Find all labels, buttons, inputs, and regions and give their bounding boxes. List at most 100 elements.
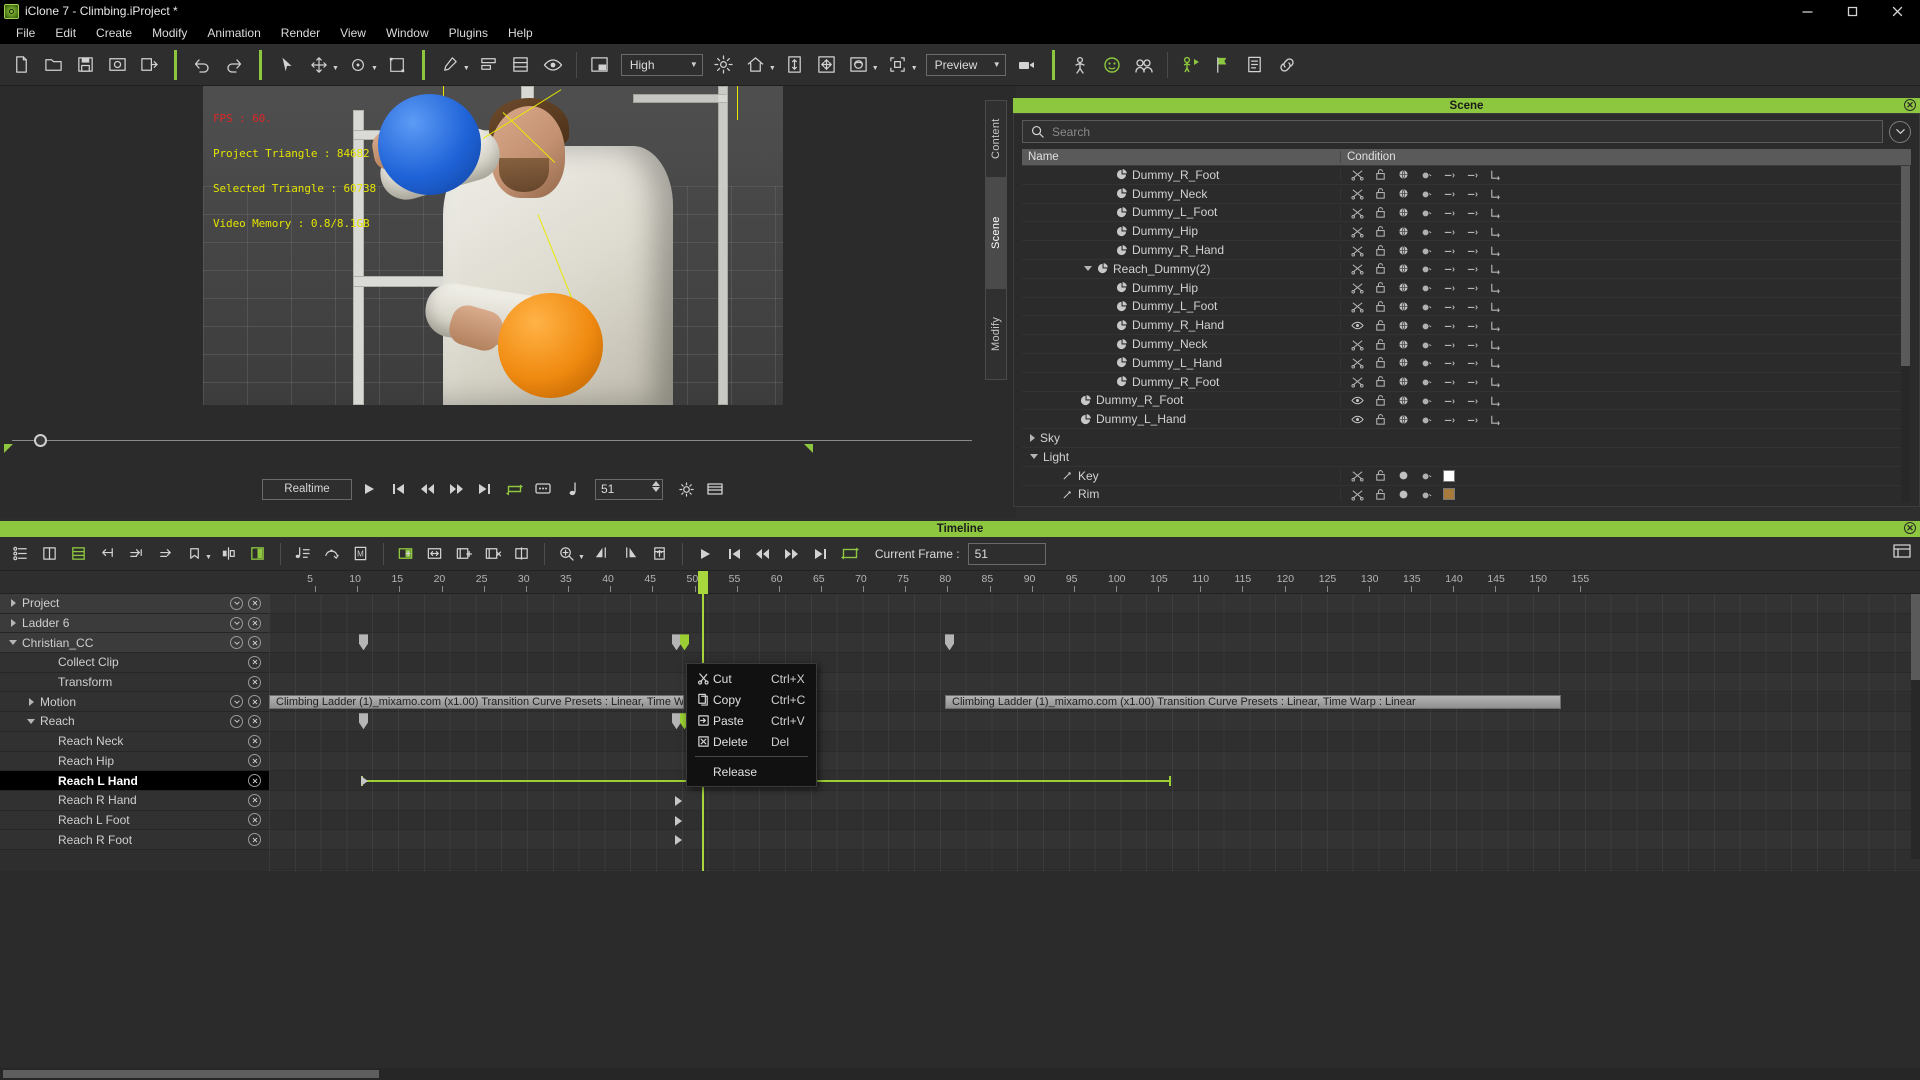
scene-row-condition[interactable] xyxy=(1340,337,1911,351)
timeline-vertical-scroll-thumb[interactable] xyxy=(1911,594,1920,680)
insert-left-icon[interactable] xyxy=(122,541,150,567)
scene-tree-row[interactable]: Rim xyxy=(1022,486,1911,502)
context-menu-item-delete[interactable]: Delete Del xyxy=(687,731,816,752)
timeline-lane[interactable] xyxy=(269,751,1920,772)
viewport-time-slider[interactable] xyxy=(12,432,972,450)
scale-tool-icon[interactable] xyxy=(382,50,412,80)
expander-expanded-icon[interactable] xyxy=(1030,454,1038,460)
timeline-playhead-handle[interactable] xyxy=(697,571,708,594)
timeline-horizontal-scrollbar[interactable] xyxy=(0,1068,1920,1080)
playback-mode-button[interactable]: Realtime xyxy=(262,478,352,500)
insert-clip-icon[interactable] xyxy=(450,541,478,567)
menu-render[interactable]: Render xyxy=(271,24,330,42)
camera-icon[interactable] xyxy=(1012,50,1042,80)
timeline-track-header-collect-clip[interactable]: Collect Clip xyxy=(0,653,269,673)
light-color-swatch[interactable] xyxy=(1443,469,1455,482)
zoom-fit-left-icon[interactable] xyxy=(588,541,616,567)
loop-icon[interactable] xyxy=(502,478,526,500)
scene-tree-row[interactable]: Key xyxy=(1022,467,1911,486)
scene-row-condition[interactable] xyxy=(1340,262,1911,276)
scene-tree-row[interactable]: Dummy_Hip xyxy=(1022,279,1911,298)
maximize-button[interactable] xyxy=(1830,0,1875,22)
timeline-lane[interactable] xyxy=(269,672,1920,693)
timeline-lane[interactable] xyxy=(269,830,1920,851)
scene-tree-row[interactable]: Dummy_L_Foot xyxy=(1022,204,1911,223)
move-camera-icon[interactable] xyxy=(812,50,842,80)
paint-tool-icon[interactable] xyxy=(435,50,465,80)
scene-row-condition[interactable] xyxy=(1340,469,1911,483)
scene-tree-scrollbar[interactable] xyxy=(1901,166,1910,502)
timeline-motion-clip[interactable]: Climbing Ladder (1)_mixamo.com (x1.00) T… xyxy=(269,694,684,709)
redo-icon[interactable] xyxy=(219,50,249,80)
frame-selection-icon[interactable] xyxy=(883,50,913,80)
zoom-fit-right-icon[interactable] xyxy=(617,541,645,567)
timeline-track-header-reach-hip[interactable]: Reach Hip xyxy=(0,751,269,772)
preview-eye-icon[interactable] xyxy=(538,50,568,80)
scene-tree-row[interactable]: Dummy_Neck xyxy=(1022,335,1911,354)
track-expander[interactable] xyxy=(4,619,22,628)
split-clip-icon[interactable] xyxy=(508,541,536,567)
link-icon[interactable] xyxy=(1272,50,1302,80)
scene-row-condition[interactable] xyxy=(1340,375,1911,389)
scene-row-condition[interactable] xyxy=(1340,487,1911,501)
tab-modify[interactable]: Modify xyxy=(985,288,1007,380)
timeline-lane-arrow[interactable] xyxy=(675,835,682,846)
expander-collapsed-icon[interactable] xyxy=(1030,434,1035,443)
scene-search-input[interactable] xyxy=(1052,124,1874,139)
audio-note-icon[interactable] xyxy=(560,478,584,500)
scene-row-condition[interactable] xyxy=(1340,356,1911,370)
track-chevron-icon[interactable] xyxy=(230,616,243,630)
track-close-icon[interactable] xyxy=(248,655,261,669)
scene-tree-row[interactable]: Dummy_L_Foot xyxy=(1022,298,1911,317)
track-expander-collapsed-icon[interactable] xyxy=(10,619,16,628)
range-marker-start-icon[interactable] xyxy=(4,444,13,453)
motion-live-icon[interactable] xyxy=(1176,50,1206,80)
timeline-lane-arrow[interactable] xyxy=(675,815,682,826)
add-transition-icon[interactable] xyxy=(35,541,63,567)
layers-icon[interactable] xyxy=(506,50,536,80)
timeline-lane[interactable] xyxy=(269,613,1920,634)
track-expander-expanded-icon[interactable] xyxy=(9,640,17,646)
timeline-lane[interactable] xyxy=(269,633,1920,654)
timeline-track-header-transform[interactable]: Transform xyxy=(0,672,269,693)
timeline-track-header-reach-r-foot[interactable]: Reach R Foot xyxy=(0,830,269,850)
context-menu-item-cut[interactable]: Cut Ctrl+X xyxy=(687,668,816,689)
timeline-jump-start-icon[interactable] xyxy=(720,541,748,567)
scene-row-condition[interactable] xyxy=(1340,318,1911,332)
menu-view[interactable]: View xyxy=(330,24,376,42)
timeline-jump-end-icon[interactable] xyxy=(807,541,835,567)
scene-tree-row[interactable]: Light xyxy=(1022,448,1911,467)
reach-target-left-hand-sphere[interactable] xyxy=(378,94,481,195)
motion-puppet-icon[interactable] xyxy=(1065,50,1095,80)
timeline-play-icon[interactable] xyxy=(691,541,719,567)
scene-row-condition[interactable] xyxy=(1340,299,1911,313)
split-panel-icon[interactable] xyxy=(244,541,272,567)
current-frame-field[interactable] xyxy=(967,542,1046,565)
filter-chevron-icon[interactable] xyxy=(1889,120,1911,143)
face-puppet-icon[interactable] xyxy=(1097,50,1127,80)
viewport-frame-input[interactable] xyxy=(596,482,650,496)
timeline-track-header-reach-r-hand[interactable]: Reach R Hand xyxy=(0,790,269,811)
timeline-lanes[interactable]: Climbing Ladder (1)_mixamo.com (x1.00) T… xyxy=(269,594,1920,871)
track-close-icon[interactable] xyxy=(248,734,261,748)
viewport-frame-field[interactable] xyxy=(595,478,663,500)
play-icon[interactable] xyxy=(357,478,381,500)
timeline-lane[interactable] xyxy=(269,653,1920,673)
mirror-icon[interactable] xyxy=(215,541,243,567)
track-chevron-icon[interactable] xyxy=(230,596,243,610)
timeline-track-header-project[interactable]: Project xyxy=(0,594,269,614)
stepper-down-icon[interactable] xyxy=(652,486,660,492)
track-close-icon[interactable] xyxy=(248,754,261,768)
track-close-icon[interactable] xyxy=(248,813,261,827)
menu-edit[interactable]: Edit xyxy=(45,24,86,42)
track-expander[interactable] xyxy=(4,640,22,646)
scene-tree-row[interactable]: Dummy_Neck xyxy=(1022,185,1911,204)
track-close-icon[interactable] xyxy=(248,695,261,709)
context-menu-item-copy[interactable]: Copy Ctrl+C xyxy=(687,689,816,710)
close-icon[interactable]: ✕ xyxy=(1904,99,1916,111)
timeline-vertical-scrollbar[interactable] xyxy=(1911,594,1920,859)
menu-animation[interactable]: Animation xyxy=(197,24,270,42)
undo-icon[interactable] xyxy=(187,50,217,80)
timeline-motion-clip[interactable]: Climbing Ladder (1)_mixamo.com (x1.00) T… xyxy=(945,694,1561,709)
menu-create[interactable]: Create xyxy=(86,24,142,42)
